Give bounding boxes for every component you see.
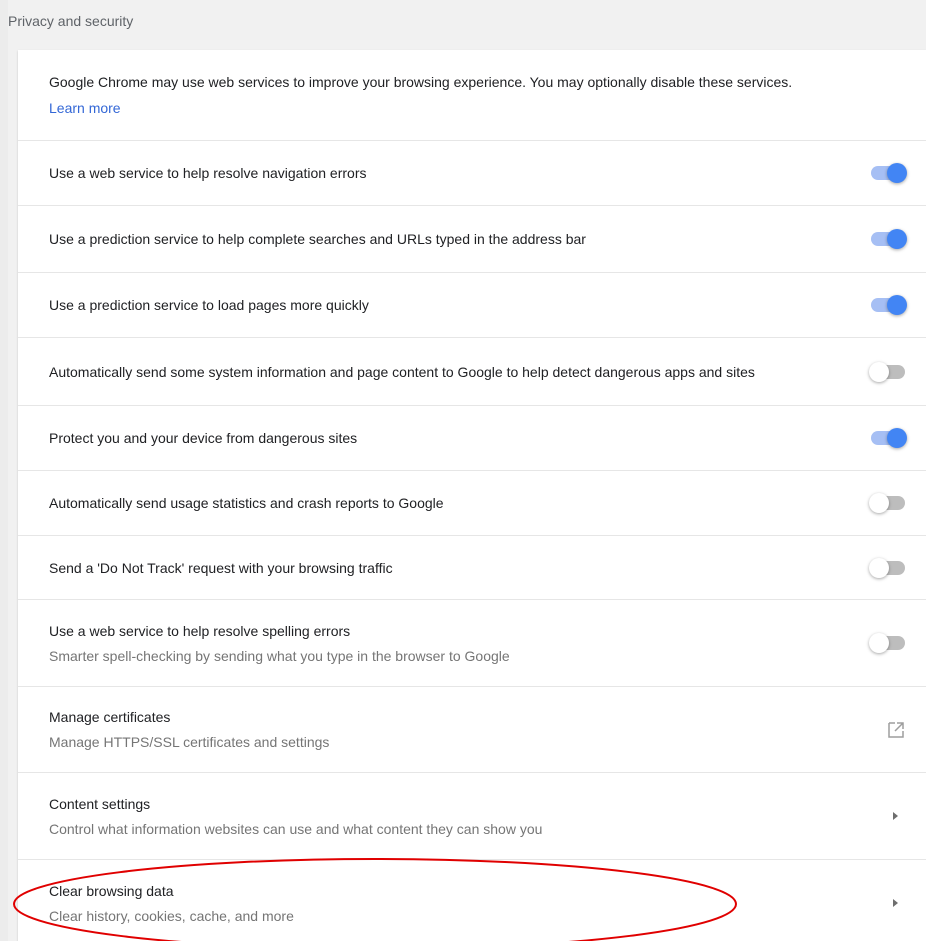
setting-sublabel: Control what information websites can us… <box>49 820 543 837</box>
setting-label: Manage certificates <box>49 709 171 725</box>
safe-browsing-extended-toggle[interactable] <box>867 360 907 384</box>
setting-row-dangerous-sites[interactable]: Protect you and your device from dangero… <box>18 405 926 470</box>
setting-label: Automatically send usage statistics and … <box>49 495 444 511</box>
setting-label: Use a web service to help resolve spelli… <box>49 622 351 639</box>
do-not-track-toggle[interactable] <box>867 556 907 580</box>
navigation-errors-toggle[interactable] <box>867 161 907 185</box>
spelling-toggle[interactable] <box>867 631 907 655</box>
setting-row-usage-stats[interactable]: Automatically send usage statistics and … <box>18 470 926 535</box>
clear-browsing-data-row[interactable]: Clear browsing data Clear history, cooki… <box>18 859 926 941</box>
section-title: Privacy and security <box>8 13 134 29</box>
setting-sublabel: Smarter spell-checking by sending what y… <box>49 647 510 664</box>
left-margin <box>0 0 8 941</box>
content-settings-row[interactable]: Content settings Control what informatio… <box>18 772 926 859</box>
setting-row-navigation-errors[interactable]: Use a web service to help resolve naviga… <box>18 140 926 205</box>
usage-stats-toggle[interactable] <box>867 491 907 515</box>
setting-sublabel: Clear history, cookies, cache, and more <box>49 907 294 924</box>
setting-label: Clear browsing data <box>49 882 174 899</box>
setting-label: Use a prediction service to help complet… <box>49 231 586 247</box>
open-in-new-icon[interactable] <box>886 720 906 740</box>
setting-label: Automatically send some system informati… <box>49 363 755 380</box>
dangerous-sites-toggle[interactable] <box>867 426 907 450</box>
prediction-search-toggle[interactable] <box>867 227 907 251</box>
learn-more-link[interactable]: Learn more <box>49 100 121 116</box>
setting-label: Use a prediction service to load pages m… <box>49 297 369 313</box>
privacy-settings-card: Google Chrome may use web services to im… <box>18 50 926 941</box>
setting-label: Content settings <box>49 795 151 812</box>
setting-row-spelling[interactable]: Use a web service to help resolve spelli… <box>18 599 926 686</box>
setting-label: Send a 'Do Not Track' request with your … <box>49 559 393 576</box>
setting-row-safe-browsing-extended[interactable]: Automatically send some system informati… <box>18 337 926 405</box>
settings-page: Privacy and security Google Chrome may u… <box>0 0 926 941</box>
arrow-right-icon[interactable] <box>893 812 898 820</box>
setting-row-prediction-search[interactable]: Use a prediction service to help complet… <box>18 205 926 272</box>
prediction-load-toggle[interactable] <box>867 293 907 317</box>
setting-row-prediction-load[interactable]: Use a prediction service to load pages m… <box>18 272 926 337</box>
setting-label: Protect you and your device from dangero… <box>49 430 358 446</box>
intro-text: Google Chrome may use web services to im… <box>49 69 836 121</box>
intro-row: Google Chrome may use web services to im… <box>18 50 926 140</box>
manage-certificates-row[interactable]: Manage certificates Manage HTTPS/SSL cer… <box>18 686 926 772</box>
intro-description: Google Chrome may use web services to im… <box>49 74 793 90</box>
setting-row-do-not-track[interactable]: Send a 'Do Not Track' request with your … <box>18 535 926 599</box>
setting-label: Use a web service to help resolve naviga… <box>49 165 367 181</box>
setting-sublabel: Manage HTTPS/SSL certificates and settin… <box>49 734 330 750</box>
arrow-right-icon[interactable] <box>893 899 898 907</box>
